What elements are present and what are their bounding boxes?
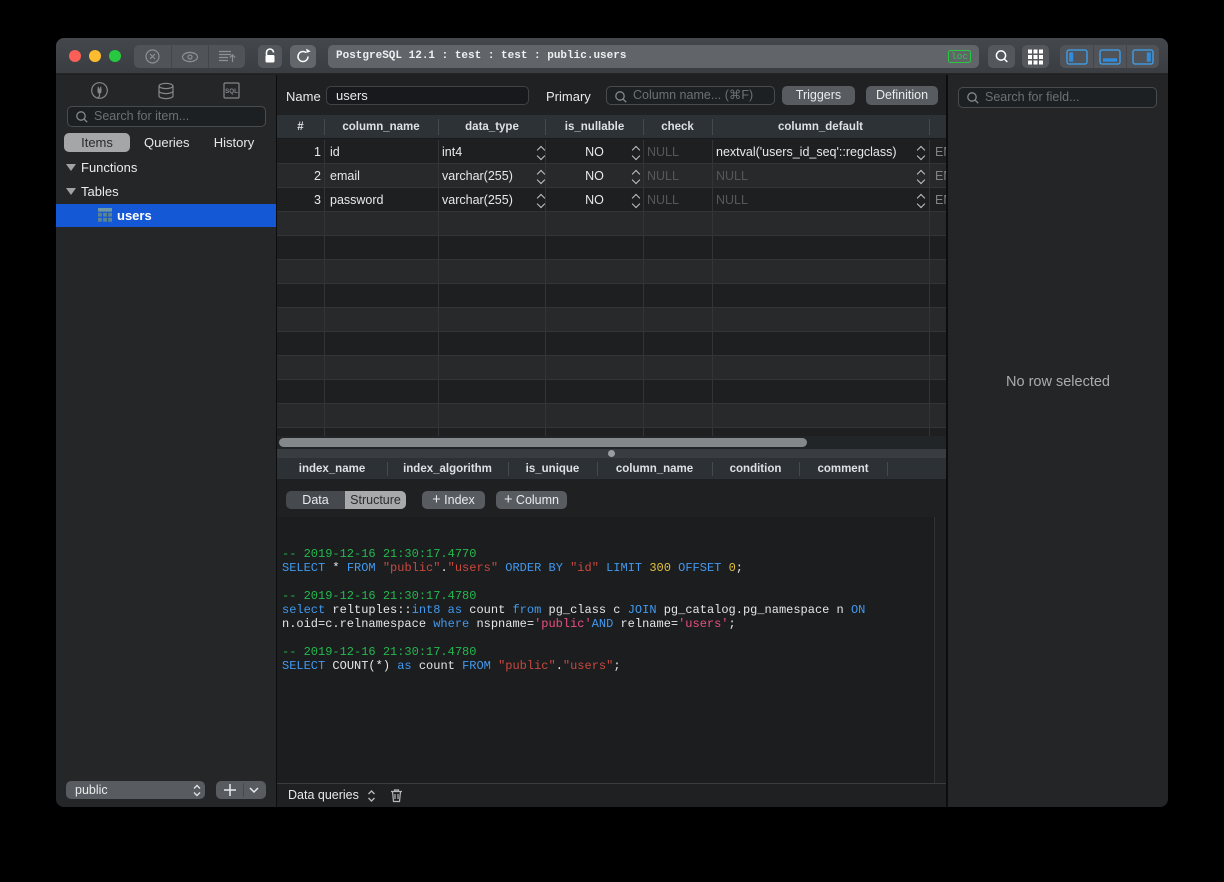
svg-text:SQL: SQL xyxy=(225,88,238,95)
